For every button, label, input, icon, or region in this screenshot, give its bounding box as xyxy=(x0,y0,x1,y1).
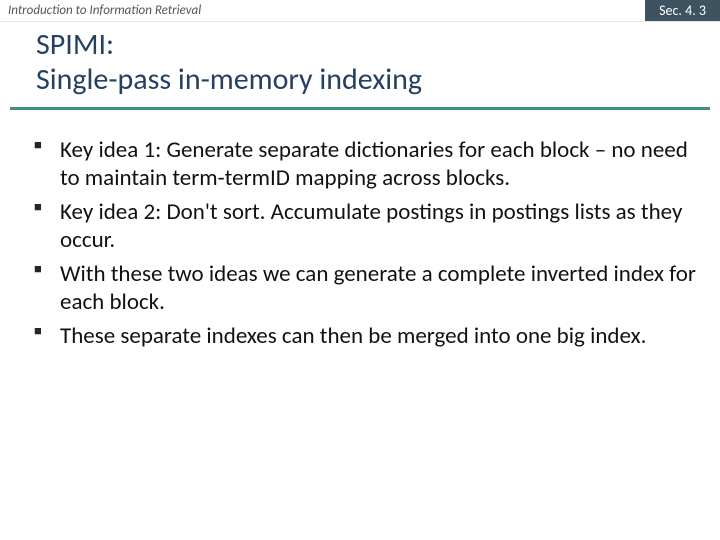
top-bar: Introduction to Information Retrieval Se… xyxy=(0,0,720,22)
slide: Introduction to Information Retrieval Se… xyxy=(0,0,720,540)
title-line-1: SPIMI: xyxy=(36,28,702,63)
list-item: With these two ideas we can generate a c… xyxy=(34,260,700,316)
list-item: Key idea 1: Generate separate dictionari… xyxy=(34,136,700,192)
section-badge: Sec. 4. 3 xyxy=(645,0,720,21)
list-item: Key idea 2: Don't sort. Accumulate posti… xyxy=(34,198,700,254)
bullet-list: Key idea 1: Generate separate dictionari… xyxy=(34,136,700,350)
course-title: Introduction to Information Retrieval xyxy=(0,1,645,20)
slide-body: Key idea 1: Generate separate dictionari… xyxy=(0,110,720,356)
title-line-2: Single-pass in-memory indexing xyxy=(36,63,702,98)
list-item: These separate indexes can then be merge… xyxy=(34,322,700,350)
slide-title: SPIMI: Single-pass in-memory indexing xyxy=(0,22,720,103)
